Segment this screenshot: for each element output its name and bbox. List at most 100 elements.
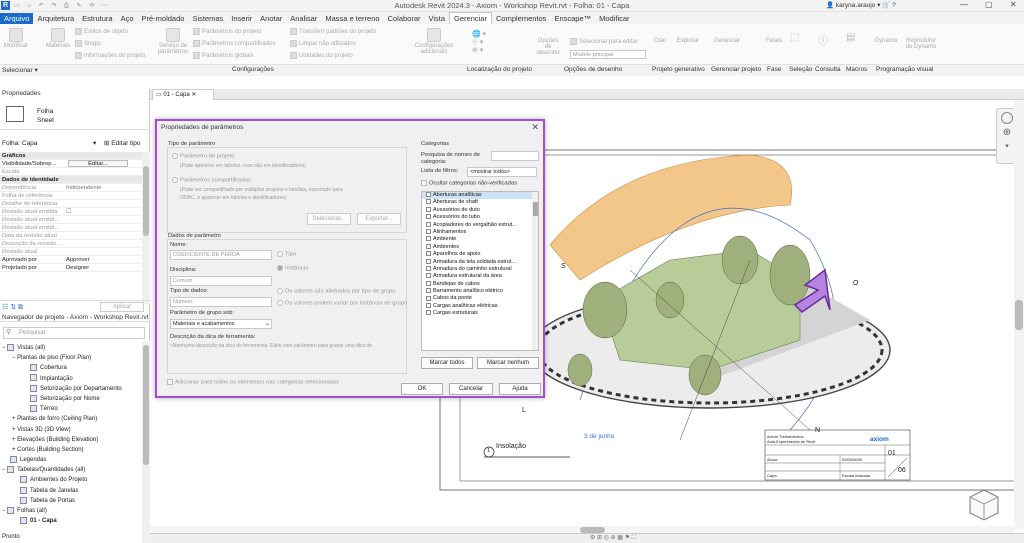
select-to-edit-button[interactable]: Selecionar para editar <box>570 38 638 45</box>
category-item[interactable]: Barramento analítico elétrico <box>422 288 538 295</box>
edit-visibility-button[interactable]: Editar... <box>68 160 128 167</box>
object-styles-button[interactable]: Estilos de objeto <box>75 28 128 35</box>
checkbox-icon[interactable] <box>426 295 431 301</box>
checkbox-icon[interactable] <box>426 273 431 279</box>
select-panel-label[interactable]: Selecionar ▾ <box>2 66 38 74</box>
browser-item[interactable]: Ambientes do Projeto <box>2 475 142 485</box>
property-row[interactable]: Data da revisão atual <box>0 232 142 240</box>
category-item[interactable]: Aparelhos de apoio <box>422 251 538 258</box>
shared-parameter-radio[interactable]: Parâmetros compartilhados <box>172 177 251 184</box>
instance-radio[interactable]: Instância <box>277 265 308 272</box>
export-button[interactable]: Exportar... <box>357 213 401 225</box>
nav-menu-icon[interactable]: ▾ <box>1001 142 1013 150</box>
checkbox-icon[interactable] <box>426 265 431 271</box>
name-field[interactable]: COEFICIENTE DE PERDA <box>170 250 272 260</box>
ok-button[interactable]: OK <box>401 383 443 395</box>
properties-toggle-icons[interactable]: ☷ ⇅ ⧉ <box>2 303 23 312</box>
browser-item[interactable]: Setorização por Nome <box>2 394 142 404</box>
property-row[interactable]: Revisão atual emitida ☐ <box>0 208 142 216</box>
property-row[interactable]: Revisão atual emitid... <box>0 216 142 224</box>
property-row[interactable]: Dependência Independente <box>0 184 142 192</box>
browser-item[interactable]: Legendas <box>2 455 142 465</box>
browser-item[interactable]: Cobertura <box>2 363 142 373</box>
status-tools[interactable]: ⚙ ⊞ ◎ ⊕ ▦ ⚑ ⛶ <box>590 534 636 542</box>
minimize-button[interactable]: — <box>960 0 968 9</box>
manage-links-button[interactable]: Gerenciar <box>712 38 742 44</box>
materials-button[interactable]: Materiais <box>45 28 71 49</box>
category-search-input[interactable] <box>491 151 539 161</box>
project-units-button[interactable]: Unidades do projeto <box>290 52 353 59</box>
dynamo-player-button[interactable]: Reprodutor do Dynamo <box>902 38 940 50</box>
browser-item[interactable]: − Plantas de piso (Floor Plan) <box>2 353 142 363</box>
close-window-button[interactable]: ✕ <box>1010 0 1017 9</box>
category-item[interactable]: Armadura do caminho estrutural <box>422 266 538 273</box>
checkbox-icon[interactable] <box>426 221 431 227</box>
checkbox-icon[interactable] <box>426 302 431 308</box>
add-to-all-checkbox[interactable]: Adicionar para todos os elementos nas ca… <box>167 379 339 386</box>
hide-unchecked-checkbox[interactable]: Ocultar categorias não-verificadas <box>421 180 517 187</box>
type-radio[interactable]: Tipo <box>277 251 296 258</box>
browser-item[interactable]: + Vistas 3D (3D View) <box>2 425 142 435</box>
browser-item[interactable]: − Vistas (all) <box>2 343 142 353</box>
cancel-button[interactable]: Cancelar <box>449 383 493 395</box>
browser-item[interactable]: Tabela de Janelas <box>2 486 142 496</box>
category-item[interactable]: Aberturas de shaft <box>422 199 538 206</box>
explore-button[interactable]: Explorar <box>674 38 702 44</box>
browser-item[interactable]: + Plantas de forro (Ceiling Plan) <box>2 414 142 424</box>
category-item[interactable]: Ambiente <box>422 236 538 243</box>
type-selector[interactable]: Folha Sheet <box>0 100 150 130</box>
checkbox-icon[interactable] <box>426 243 431 249</box>
property-row[interactable]: Folha de referência <box>0 192 142 200</box>
macros-tools[interactable]: ▤ <box>846 32 866 54</box>
additional-settings-button[interactable]: Configurações adicionais <box>414 28 454 55</box>
global-parameters-button[interactable]: Parâmetros globais <box>193 52 254 59</box>
properties-scrollbar[interactable] <box>142 152 150 304</box>
category-item[interactable]: Cabos da ponte <box>422 295 538 302</box>
create-button[interactable]: Criar <box>650 38 670 44</box>
browser-item[interactable]: Térreo <box>2 404 142 414</box>
category-item[interactable]: Aberturas analíticas <box>422 192 538 200</box>
dynamo-button[interactable]: Dynamo <box>872 38 900 44</box>
vary-values-radio[interactable]: Os valores podem variar por instância de… <box>277 300 407 307</box>
design-option-select[interactable]: Modelo principal <box>570 50 646 59</box>
property-row[interactable]: Revisão atual <box>0 248 142 256</box>
steering-wheel-icon[interactable] <box>1001 112 1013 124</box>
dialog-close-icon[interactable]: ✕ <box>531 122 539 133</box>
property-section[interactable]: Dados de identidade <box>0 176 142 184</box>
checkbox-icon[interactable] <box>426 229 431 234</box>
discipline-select[interactable]: Comum <box>170 276 272 286</box>
category-item[interactable]: Ambientes <box>422 244 538 251</box>
data-type-select[interactable]: Número <box>170 297 272 307</box>
maximize-button[interactable]: ▢ <box>985 0 993 9</box>
tab-01-capa[interactable]: ▭ 01 - Capa ✕ <box>152 89 214 100</box>
browser-item[interactable]: + Cortes (Building Section) <box>2 445 142 455</box>
checkbox-icon[interactable] <box>426 214 431 220</box>
category-item[interactable]: Cargas estruturais <box>422 310 538 317</box>
category-item[interactable]: Acopladores do vergalhão estrut... <box>422 222 538 229</box>
transfer-standards-button[interactable]: Transferir padrões do projeto <box>290 28 376 35</box>
check-all-button[interactable]: Marcar todos <box>421 357 473 369</box>
browser-scrollbar[interactable] <box>142 341 150 543</box>
browser-search[interactable]: ⚲ Pesquisar <box>3 327 145 339</box>
category-list[interactable]: Aberturas analíticas Aberturas de shaft Ac… <box>421 191 539 351</box>
property-row[interactable]: Descrição da revisão... <box>0 240 142 248</box>
category-scrollbar[interactable] <box>532 192 538 350</box>
property-row[interactable]: Projetado por Designer <box>0 264 142 272</box>
browser-item[interactable]: − Folhas (all) <box>2 506 142 516</box>
browser-item[interactable]: + Elevações (Building Elevation) <box>2 435 142 445</box>
category-item[interactable]: Alinhamentos <box>422 229 538 236</box>
checkbox-icon[interactable] <box>426 251 431 257</box>
parameter-service-button[interactable]: Serviço de parâmetros <box>156 28 190 55</box>
browser-item[interactable]: − Tabelas/Quantidades (all) <box>2 465 142 475</box>
design-options-button[interactable]: Opções de desenho <box>534 38 562 56</box>
category-item[interactable]: Armadura estrutural da área <box>422 273 538 280</box>
browser-item[interactable]: Tabela de Portas <box>2 496 142 506</box>
instance-selector[interactable]: Folha: Capa <box>2 140 37 147</box>
browser-item[interactable]: 01 - Capa <box>2 516 142 526</box>
filter-list-select[interactable]: <mostrar todos> <box>467 167 537 177</box>
shared-parameters-button[interactable]: Parâmetros compartilhados <box>193 40 275 47</box>
property-row[interactable]: Revisão atual emitid... <box>0 224 142 232</box>
category-item[interactable]: Cargas analíticas elétricas <box>422 303 538 310</box>
select-button[interactable]: Selecionar... <box>307 213 351 225</box>
modify-button[interactable]: Modificar <box>3 28 29 49</box>
